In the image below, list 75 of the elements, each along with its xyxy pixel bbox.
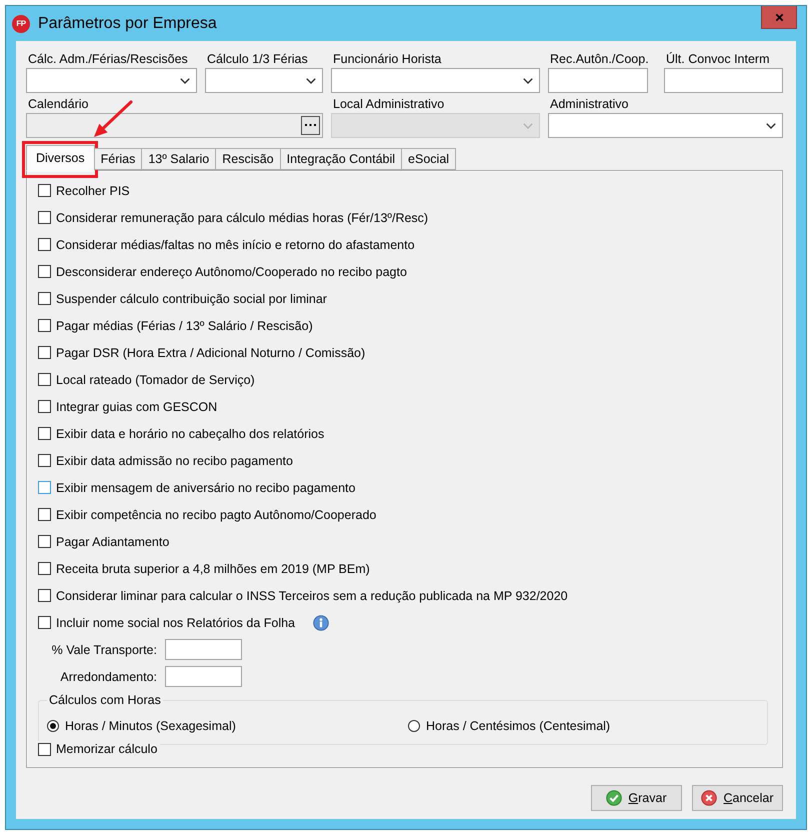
close-circle-icon bbox=[701, 790, 718, 806]
checkbox-label[interactable]: Incluir nome social nos Relatórios da Folha bbox=[56, 616, 296, 630]
checkbox-label[interactable]: Considerar médias/faltas no mês início e retorno do afastamento bbox=[56, 238, 415, 252]
checkbox-label[interactable]: Considerar liminar para calcular o INSS Terceiros sem a redução publicada na MP 932/2020 bbox=[56, 588, 568, 602]
text-field[interactable] bbox=[165, 639, 242, 660]
close-icon bbox=[774, 12, 784, 22]
checkbox[interactable] bbox=[38, 211, 51, 224]
tab[interactable]: Diversos bbox=[26, 145, 95, 171]
tab[interactable]: eSocial bbox=[401, 148, 456, 170]
checkbox[interactable] bbox=[38, 427, 51, 440]
checkbox[interactable] bbox=[38, 292, 51, 305]
radio-label[interactable]: Horas / Minutos (Sexagesimal) bbox=[65, 719, 236, 733]
info-icon[interactable] bbox=[313, 614, 330, 630]
checkbox[interactable] bbox=[38, 238, 51, 251]
tab[interactable]: Rescisão bbox=[215, 148, 281, 170]
field-label: Local Administrativo bbox=[333, 96, 444, 112]
field-label: Calendário bbox=[28, 96, 88, 112]
field-label: Cálc. Adm./Férias/Rescisões bbox=[28, 51, 188, 67]
checkbox-label[interactable]: Pagar médias (Férias / 13º Salário / Rescisão) bbox=[56, 318, 313, 332]
checkbox-label[interactable]: Exibir competência no recibo pagto Autônomo/Cooperado bbox=[56, 508, 376, 522]
checkbox[interactable] bbox=[38, 535, 51, 548]
text-field[interactable] bbox=[664, 68, 783, 93]
field-label: Últ. Convoc Interm bbox=[666, 51, 770, 67]
ellipsis-icon bbox=[305, 124, 316, 127]
check-circle-icon bbox=[606, 790, 622, 806]
window-title: Parâmetros por Empresa bbox=[38, 14, 217, 32]
tab[interactable]: Férias bbox=[94, 148, 142, 170]
checkbox[interactable] bbox=[38, 184, 51, 197]
field-label: Arredondamento: bbox=[59, 670, 157, 684]
close-button[interactable] bbox=[761, 6, 797, 29]
checkbox[interactable] bbox=[38, 346, 51, 359]
checkbox-label[interactable]: Integrar guias com GESCON bbox=[56, 400, 218, 414]
app-logo: FP bbox=[12, 14, 30, 32]
field-label: Rec.Autôn./Coop. bbox=[550, 51, 649, 67]
checkbox-label[interactable]: Pagar DSR (Hora Extra / Adicional Noturno / Comissão) bbox=[56, 346, 366, 360]
tab[interactable]: 13º Salario bbox=[141, 148, 216, 170]
field-label: Funcionário Horista bbox=[333, 51, 442, 67]
chevron-down-icon bbox=[306, 78, 316, 84]
checkbox-label[interactable]: Receita bruta superior a 4,8 milhões em 2019 (MP BEm) bbox=[56, 562, 370, 576]
chevron-down-icon bbox=[523, 122, 533, 128]
checkbox-label[interactable]: Exibir mensagem de aniversário no recibo pagamento bbox=[56, 480, 356, 494]
checkbox[interactable] bbox=[38, 373, 51, 386]
checkbox-label[interactable]: Exibir data admissão no recibo pagamento bbox=[56, 454, 293, 468]
field-label: % Vale Transporte: bbox=[50, 642, 157, 656]
save-button[interactable]: Gravar bbox=[591, 785, 682, 811]
checkbox-label[interactable]: Recolher PIS bbox=[56, 184, 130, 198]
field-label: Cálculo 1/3 Férias bbox=[207, 51, 308, 67]
checkbox[interactable] bbox=[38, 400, 51, 413]
checkbox[interactable] bbox=[38, 319, 51, 332]
chevron-down-icon bbox=[523, 78, 533, 84]
radio-label[interactable]: Horas / Centésimos (Centesimal) bbox=[426, 719, 610, 733]
group-title: Cálculos com Horas bbox=[48, 693, 162, 708]
checkbox-label[interactable]: Exibir data e horário no cabeçalho dos relatórios bbox=[56, 426, 324, 440]
checkbox[interactable] bbox=[38, 454, 51, 467]
radio-button[interactable] bbox=[408, 720, 420, 732]
checkbox[interactable] bbox=[38, 562, 51, 575]
checkbox-label[interactable]: Suspender cálculo contribuição social por liminar bbox=[56, 292, 327, 306]
checkbox[interactable] bbox=[38, 616, 51, 629]
checkbox[interactable] bbox=[38, 589, 51, 602]
field-label: Administrativo bbox=[550, 96, 628, 112]
checkbox-label[interactable]: Desconsiderar endereço Autônomo/Cooperado no recibo pagto bbox=[56, 264, 407, 278]
tab[interactable]: Integração Contábil bbox=[280, 148, 402, 170]
cancel-button[interactable]: Cancelar bbox=[692, 785, 783, 811]
checkbox[interactable] bbox=[38, 508, 51, 521]
chevron-down-icon bbox=[180, 78, 190, 84]
chevron-down-icon bbox=[766, 122, 776, 128]
checkbox-label[interactable]: Considerar remuneração para cálculo médias horas (Fér/13º/Resc) bbox=[56, 210, 428, 224]
checkbox[interactable] bbox=[38, 481, 51, 494]
checkbox[interactable] bbox=[38, 742, 51, 756]
radio-button[interactable] bbox=[47, 720, 59, 732]
text-field[interactable] bbox=[548, 68, 648, 93]
text-field[interactable] bbox=[165, 666, 242, 687]
checkbox-label[interactable]: Pagar Adiantamento bbox=[56, 534, 170, 548]
checkbox-label[interactable]: Local rateado (Tomador de Serviço) bbox=[56, 372, 255, 386]
checkbox[interactable] bbox=[38, 265, 51, 278]
